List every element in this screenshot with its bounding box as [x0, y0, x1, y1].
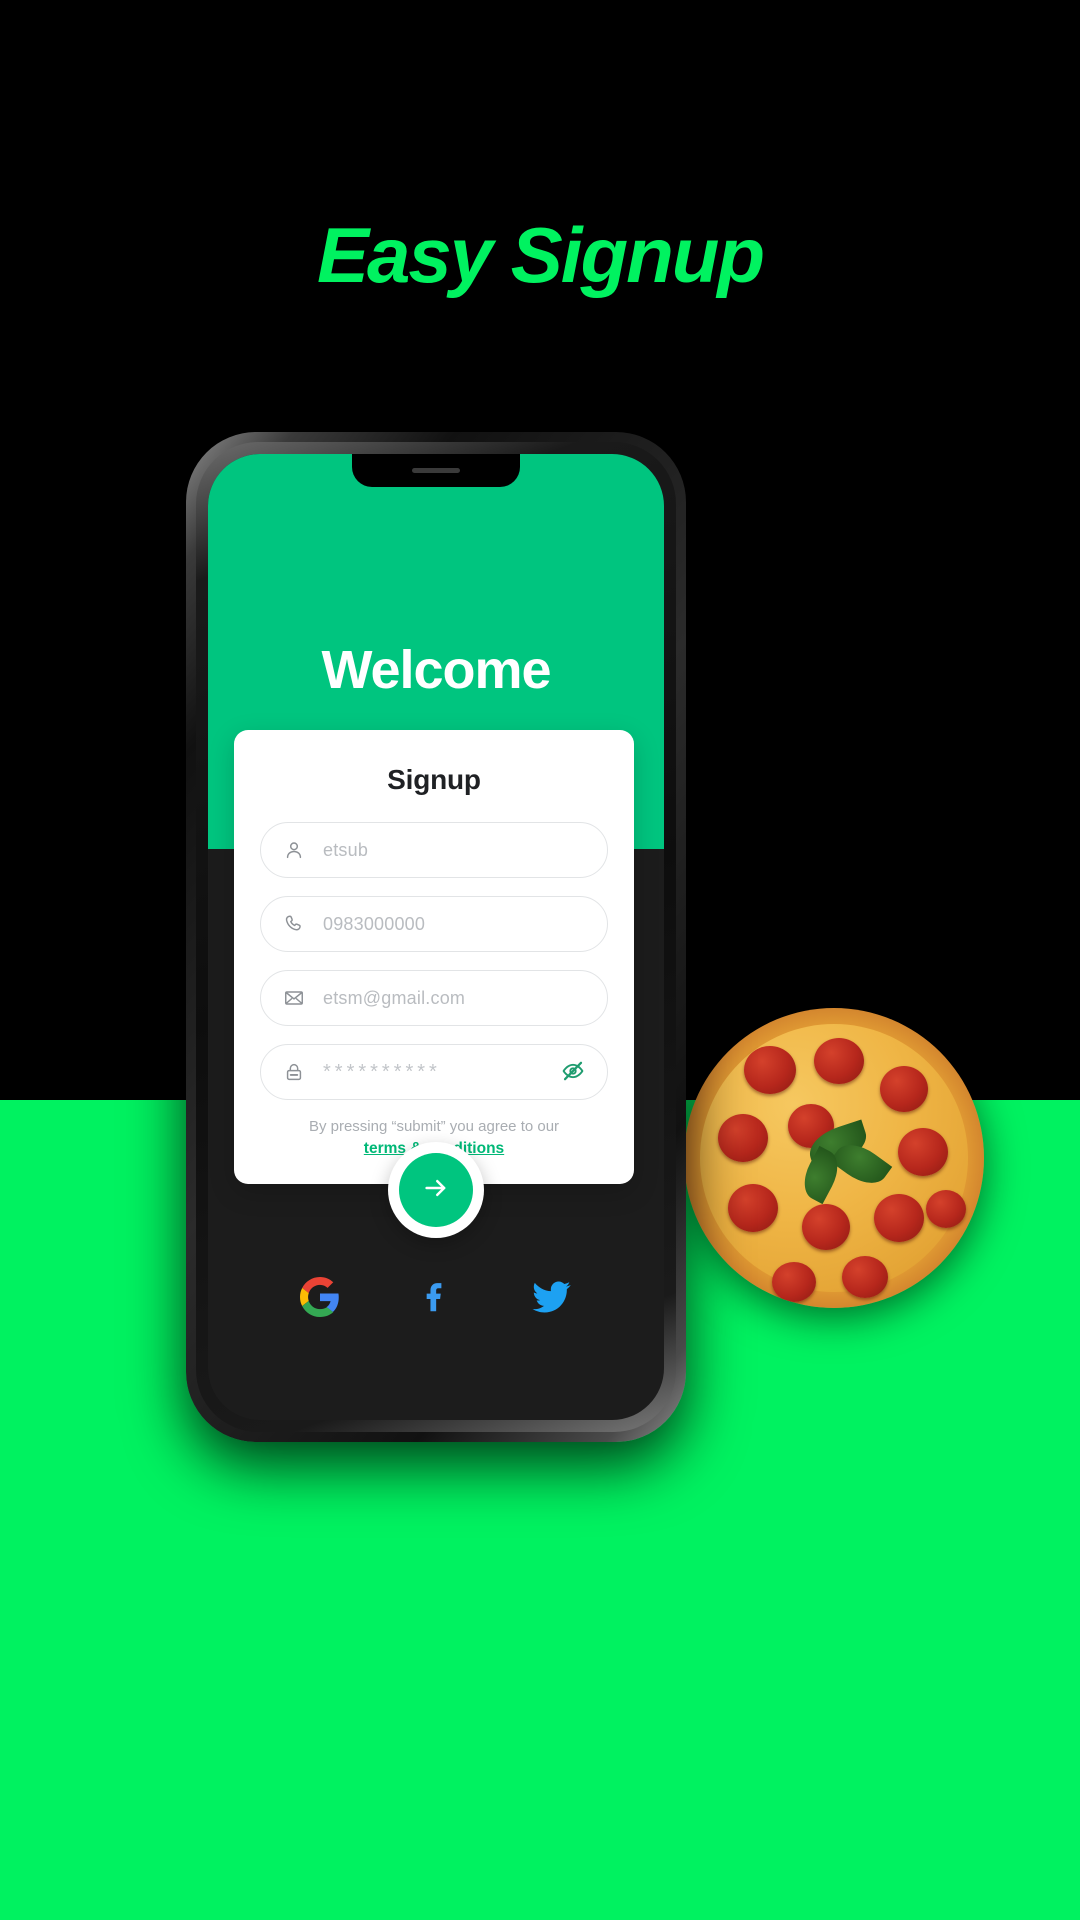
earpiece-speaker	[412, 468, 460, 473]
lock-icon	[281, 1059, 307, 1085]
phone-screen: Welcome Signup etsub 0983000000 etsm@gma…	[208, 454, 664, 1420]
submit-button[interactable]	[388, 1142, 484, 1238]
phone-mockup: Welcome Signup etsub 0983000000 etsm@gma…	[186, 432, 686, 1442]
password-field[interactable]: **********	[260, 1044, 608, 1100]
signup-card: Signup etsub 0983000000 etsm@gmail.com *…	[234, 730, 634, 1184]
phone-value: 0983000000	[323, 913, 426, 934]
phone-field[interactable]: 0983000000	[260, 896, 608, 952]
signup-card-title: Signup	[387, 764, 481, 795]
mail-icon	[281, 985, 307, 1011]
poster-headline: Easy Signup	[316, 211, 765, 299]
email-value: etsm@gmail.com	[323, 987, 466, 1008]
pizza-image	[684, 1008, 984, 1308]
hero-title: Welcome	[321, 640, 551, 700]
terms-text: By pressing “submit” you agree to our	[308, 1118, 560, 1135]
arrow-right-icon	[421, 1173, 451, 1208]
email-field[interactable]: etsm@gmail.com	[260, 970, 608, 1026]
google-icon[interactable]	[297, 1274, 343, 1320]
phone-icon	[281, 911, 307, 937]
password-value: **********	[323, 1060, 441, 1083]
twitter-icon[interactable]	[529, 1274, 575, 1320]
social-login-row	[208, 1274, 664, 1320]
facebook-icon[interactable]	[413, 1274, 459, 1320]
submit-button-circle	[399, 1153, 473, 1227]
username-value: etsub	[323, 839, 369, 860]
eye-off-icon[interactable]	[561, 1059, 587, 1085]
username-field[interactable]: etsub	[260, 822, 608, 878]
user-icon	[281, 837, 307, 863]
phone-notch	[352, 454, 520, 487]
